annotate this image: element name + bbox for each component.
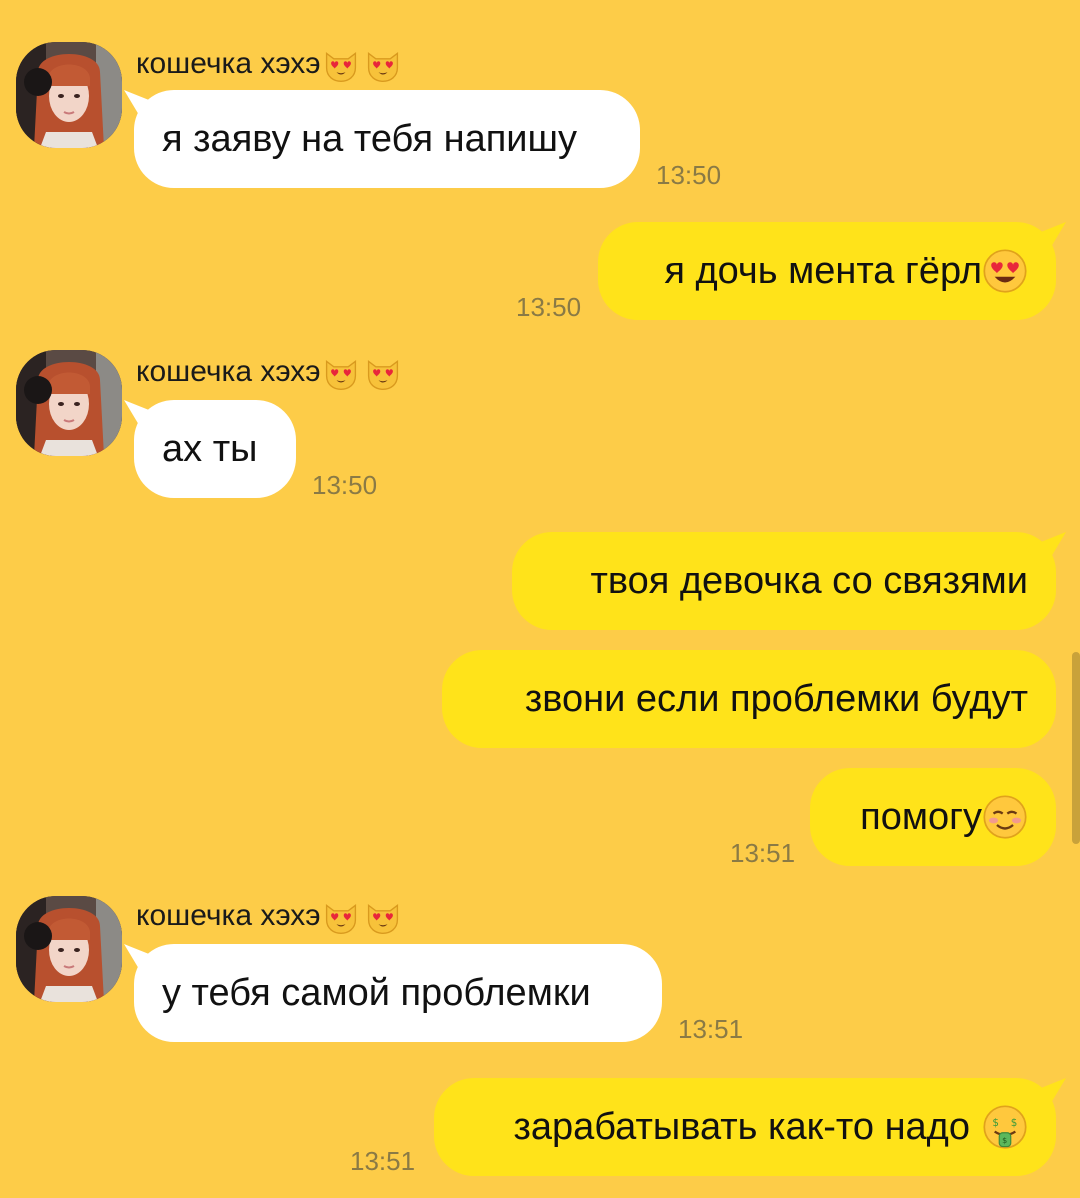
message-timestamp: 13:51	[730, 838, 796, 868]
heart-eyes-emoji-icon	[982, 248, 1028, 294]
sender-name-label: кошечка хэхэ	[136, 899, 321, 932]
money-mouth-emoji-icon	[982, 1104, 1028, 1150]
message-text: помогу	[860, 795, 982, 838]
message-text: зарабатывать как-то надо	[513, 1105, 970, 1148]
sender-name: кошечка хэхэ	[136, 354, 401, 392]
message-bubble-outgoing[interactable]: твоя девочка со связями	[512, 532, 1056, 630]
contact-avatar[interactable]	[16, 350, 122, 456]
heart-eyes-cat-icon	[323, 47, 401, 84]
sender-name: кошечка хэхэ	[136, 46, 401, 84]
message-bubble-incoming[interactable]: у тебя самой проблемки	[134, 944, 662, 1042]
message-text: ах ты	[162, 427, 258, 470]
contact-avatar[interactable]	[16, 42, 122, 148]
message-timestamp: 13:51	[678, 1014, 744, 1044]
message-bubble-incoming[interactable]: ах ты	[134, 400, 296, 498]
message-bubble-outgoing[interactable]: зарабатывать как-то надо	[434, 1078, 1056, 1176]
message-bubble-outgoing[interactable]: помогу	[810, 768, 1056, 866]
sender-name-label: кошечка хэхэ	[136, 355, 321, 388]
message-timestamp: 13:50	[312, 470, 378, 500]
scrollbar-thumb[interactable]	[1072, 652, 1080, 844]
chat-history[interactable]: кошечка хэхэ я заяву на тебя напишу 13:5…	[0, 0, 1080, 1198]
heart-eyes-cat-icon	[323, 899, 401, 936]
message-timestamp: 13:50	[516, 292, 582, 322]
message-text: звони если проблемки будут	[524, 677, 1028, 720]
message-timestamp: 13:50	[656, 160, 722, 190]
heart-eyes-cat-icon	[323, 355, 401, 392]
sender-name: кошечка хэхэ	[136, 898, 401, 936]
message-text: у тебя самой проблемки	[162, 971, 591, 1014]
message-bubble-incoming[interactable]: я заяву на тебя напишу	[134, 90, 640, 188]
sender-name-label: кошечка хэхэ	[136, 47, 321, 80]
message-timestamp: 13:51	[350, 1146, 416, 1176]
smiling-blush-emoji-icon	[982, 794, 1028, 840]
message-bubble-outgoing[interactable]: я дочь мента гёрл	[598, 222, 1056, 320]
message-text: твоя девочка со связями	[590, 559, 1028, 602]
contact-avatar[interactable]	[16, 896, 122, 1002]
message-text: я заяву на тебя напишу	[162, 117, 578, 160]
message-text: я дочь мента гёрл	[664, 249, 982, 292]
message-bubble-outgoing[interactable]: звони если проблемки будут	[442, 650, 1056, 748]
